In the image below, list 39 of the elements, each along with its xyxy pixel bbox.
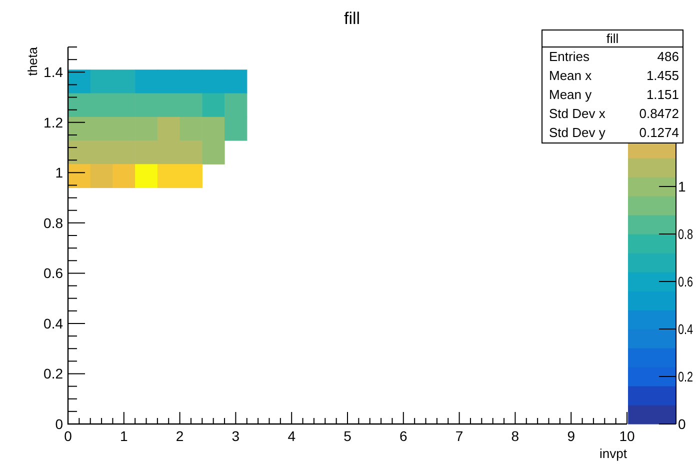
stats-label: Mean x	[549, 68, 592, 83]
stats-value: 1.151	[646, 87, 679, 102]
axis-tick-label: 1.2	[44, 114, 63, 130]
axis-tick-label: 1	[55, 164, 63, 181]
axis-tick-label: 0.6	[678, 274, 696, 290]
axis-tick-label: 10	[619, 428, 635, 444]
stats-label: Mean y	[549, 87, 592, 102]
stats-value: 0.8472	[639, 106, 679, 121]
axis-tick-label: 0	[678, 416, 686, 432]
stats-label: Std Dev x	[549, 106, 606, 121]
stats-value: 486	[657, 49, 679, 64]
axis-title: invpt	[600, 446, 627, 461]
axis-tick-label: 6	[400, 428, 408, 444]
axis-tick-label: 1	[120, 428, 128, 444]
axis-tick-label: 0.8	[44, 214, 63, 231]
axis-tick-label: 0.8	[678, 226, 696, 242]
stats-label: Std Dev y	[549, 125, 606, 140]
axis-tick-label: 8	[511, 428, 520, 444]
axis-tick-label: 4	[288, 428, 296, 444]
plot-title: fill	[344, 9, 360, 28]
axis-tick-label: 0.2	[44, 366, 63, 382]
axis-tick-label: 9	[567, 428, 575, 444]
stats-label: Entries	[549, 49, 590, 64]
axis-tick-label: 7	[455, 428, 464, 444]
axis-title: theta	[25, 47, 40, 76]
axis-tick-label: 3	[232, 428, 240, 444]
axis-tick-label: 0.4	[44, 315, 63, 332]
axis-tick-label: 0.2	[678, 368, 696, 384]
stats-value: 0.1274	[639, 125, 679, 140]
axis-tick-label: 2	[176, 428, 184, 444]
axis-tick-label: 0.4	[678, 321, 696, 337]
stats-title: fill	[606, 31, 619, 46]
axis-tick-label: 0	[55, 416, 63, 432]
axis-tick-label: 0	[64, 428, 72, 444]
axis-tick-label: 1.4	[44, 64, 63, 80]
axis-tick-label: 5	[344, 428, 352, 444]
axis-tick-label: 1	[678, 178, 686, 194]
stats-value: 1.455	[646, 68, 679, 83]
axis-tick-label: 0.6	[44, 265, 63, 282]
